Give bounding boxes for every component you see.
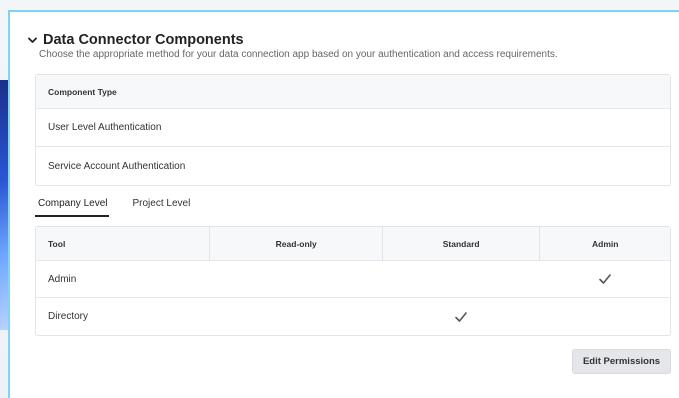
admin-cell bbox=[539, 298, 670, 335]
section-toggle[interactable]: Data Connector Components bbox=[27, 32, 244, 48]
tab-project-level[interactable]: Project Level bbox=[129, 196, 192, 217]
permissions-table: Tool Read-only Standard Admin Admin Dire… bbox=[35, 226, 671, 336]
read-only-cell bbox=[209, 261, 381, 297]
tab-company-level[interactable]: Company Level bbox=[35, 196, 110, 217]
read-only-cell bbox=[209, 298, 381, 335]
data-connector-panel: Data Connector Components Choose the app… bbox=[8, 10, 679, 398]
table-header: Tool Read-only Standard Admin bbox=[36, 227, 670, 261]
table-row[interactable]: User Level Authentication bbox=[36, 109, 670, 147]
admin-cell bbox=[539, 261, 670, 297]
column-header-tool: Tool bbox=[48, 238, 66, 249]
section-description: Choose the appropriate method for your d… bbox=[39, 49, 558, 60]
component-type-label: Service Account Authentication bbox=[48, 160, 186, 172]
column-header-read-only: Read-only bbox=[209, 227, 381, 260]
checkmark-icon bbox=[454, 311, 467, 322]
component-type-table: Component Type User Level Authentication… bbox=[35, 74, 671, 186]
component-type-label: User Level Authentication bbox=[48, 122, 162, 133]
table-row[interactable]: Service Account Authentication bbox=[36, 147, 670, 185]
table-row: Directory bbox=[36, 298, 670, 335]
section-title: Data Connector Components bbox=[43, 32, 244, 48]
standard-cell bbox=[382, 261, 540, 297]
column-header-admin: Admin bbox=[539, 227, 670, 260]
column-header-component-type: Component Type bbox=[48, 86, 117, 97]
chevron-down-icon bbox=[27, 35, 37, 45]
standard-cell bbox=[382, 298, 540, 335]
tool-name: Directory bbox=[48, 311, 89, 322]
checkmark-icon bbox=[598, 274, 611, 284]
level-tabs: Company Level Project Level bbox=[35, 196, 192, 217]
tool-name: Admin bbox=[48, 273, 77, 285]
column-header-standard: Standard bbox=[381, 227, 540, 260]
table-row: Admin bbox=[36, 261, 670, 298]
edit-permissions-button[interactable]: Edit Permissions bbox=[572, 349, 671, 374]
table-header: Component Type bbox=[36, 75, 670, 109]
